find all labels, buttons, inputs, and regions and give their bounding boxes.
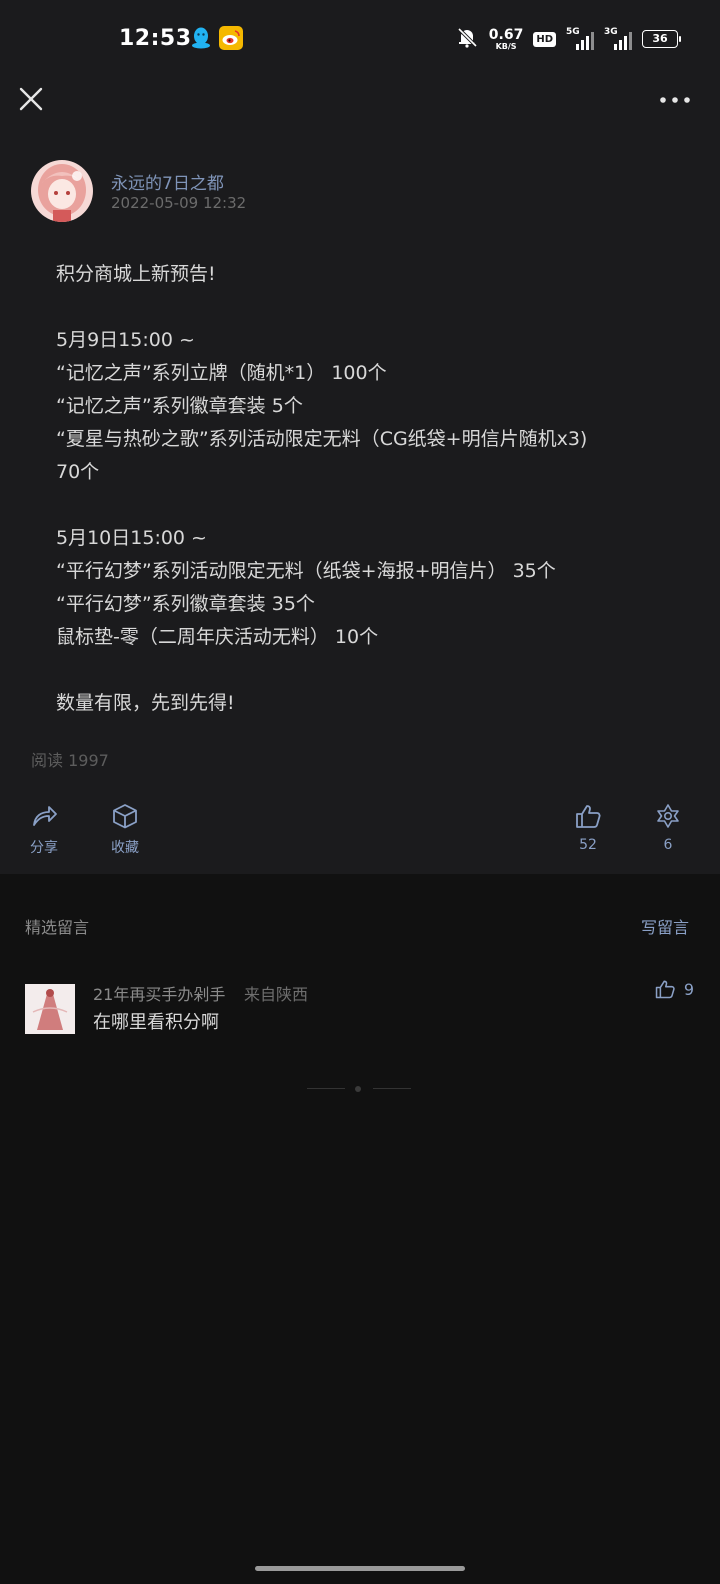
network-speed: 0.67 KB/S: [488, 26, 524, 51]
post-line: “平行幻梦”系列活动限定无料（纸袋+海报+明信片） 35个: [56, 560, 556, 582]
status-indicators: 0.67 KB/S HD 5G 3G 36: [455, 24, 681, 54]
post-line: [56, 291, 676, 324]
author-avatar[interactable]: [31, 160, 93, 222]
collect-label: 收藏: [111, 840, 139, 856]
recommend-button[interactable]: 6: [654, 803, 682, 853]
more-dots-icon: [660, 97, 690, 103]
cube-icon: [113, 804, 137, 829]
post-line: “记忆之声”系列徽章套装 5个: [56, 395, 303, 417]
comment-author[interactable]: 21年再买手办剁手: [93, 981, 225, 1005]
post-line: [56, 654, 676, 687]
like-button[interactable]: 52: [574, 803, 602, 853]
comment-text: 在哪里看积分啊: [93, 1012, 219, 1033]
post-line: “记忆之声”系列立牌（随机*1） 100个: [56, 362, 387, 384]
read-count: 阅读 1997: [31, 751, 109, 770]
qq-icon: [189, 26, 213, 50]
thumbs-up-icon: [576, 805, 601, 828]
recommend-count: 6: [663, 837, 673, 853]
flower-icon: [657, 804, 679, 828]
post-line: 5月10日15:00 ~: [56, 527, 207, 549]
close-button[interactable]: [14, 82, 48, 116]
post-line: 数量有限，先到先得!: [56, 692, 235, 714]
author-name[interactable]: 永远的7日之都: [111, 169, 224, 194]
hd-badge: HD: [533, 31, 556, 47]
battery-icon: 36: [642, 30, 681, 48]
weibo-icon: [219, 26, 243, 50]
post-line: 5月9日15:00 ~: [56, 329, 195, 351]
post-content: 积分商城上新预告! 5月9日15:00 ~ “记忆之声”系列立牌（随机*1） 1…: [56, 258, 676, 720]
status-bar: 12:53 0.67 KB/S HD 5G 3G 36: [0, 0, 720, 80]
comments-title: 精选留言: [25, 918, 90, 937]
close-icon: [19, 87, 43, 111]
post-line: 鼠标垫-零（二周年庆活动无料） 10个: [56, 626, 379, 648]
share-button[interactable]: 分享: [30, 803, 58, 857]
post-line: “夏星与热砂之歌”系列活动限定无料（CG纸袋+明信片随机x3): [56, 428, 588, 450]
share-label: 分享: [30, 840, 58, 856]
signal-3g-icon: 3G: [604, 27, 632, 50]
end-of-list-divider: [307, 1084, 413, 1094]
comment-avatar[interactable]: [25, 984, 75, 1034]
signal-5g-icon: 5G: [566, 27, 594, 50]
more-button[interactable]: [658, 88, 692, 112]
comment-location: 来自陕西: [244, 985, 309, 1004]
home-indicator[interactable]: [255, 1566, 465, 1571]
write-comment-button[interactable]: 写留言: [641, 914, 689, 938]
status-time: 12:53: [119, 26, 192, 51]
comment-like-count: 9: [683, 979, 694, 999]
post-line: [56, 489, 676, 522]
post-line: 积分商城上新预告!: [56, 263, 216, 285]
post-timestamp: 2022-05-09 12:32: [111, 194, 247, 212]
like-count: 52: [579, 837, 597, 853]
post-line: 70个: [56, 461, 100, 483]
thumbs-up-icon: [655, 980, 675, 999]
collect-button[interactable]: 收藏: [111, 803, 139, 857]
post-line: “平行幻梦”系列徽章套装 35个: [56, 593, 315, 615]
mute-bell-icon: [455, 25, 479, 53]
share-icon: [33, 806, 57, 826]
comment-like-button[interactable]: 9: [654, 979, 694, 999]
